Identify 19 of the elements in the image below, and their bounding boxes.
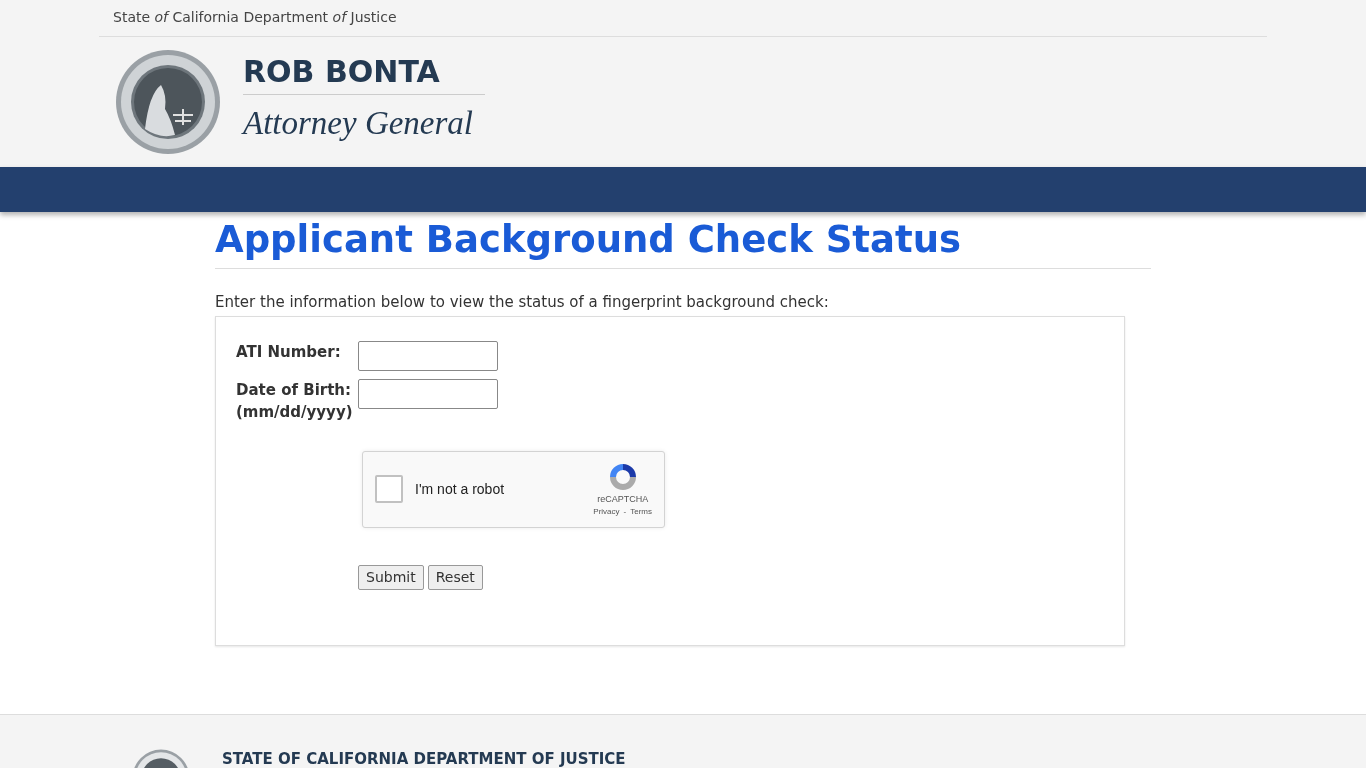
field-hint: (mm/dd/yyyy) <box>236 401 354 423</box>
official-name: ROB BONTA <box>243 55 485 96</box>
input-field[interactable] <box>358 378 498 409</box>
captcha-link[interactable]: Privacy <box>593 506 620 519</box>
input-field[interactable] <box>358 340 498 371</box>
seal-icon <box>115 49 221 155</box>
form-button[interactable]: Submit <box>358 564 424 590</box>
separator: - <box>623 506 627 519</box>
captcha-checkbox[interactable] <box>375 475 403 504</box>
captcha-link[interactable]: Terms <box>630 506 652 519</box>
footer-title: STATE OF CALIFORNIA DEPARTMENT OF JUSTICE <box>222 749 626 768</box>
captcha-label: I'm not a robot <box>415 479 506 499</box>
field-label: ATI Number: <box>236 341 342 363</box>
field-label: Date of Birth: <box>236 379 352 401</box>
captcha-brand: reCAPTCHA <box>597 492 649 506</box>
intro-text: Enter the information below to view the status of a fingerprint background check: <box>215 292 830 314</box>
form-button[interactable]: Reset <box>427 564 483 590</box>
official-title: Attorney General <box>243 104 475 144</box>
page-heading: Applicant Background Check Status <box>215 218 1151 270</box>
